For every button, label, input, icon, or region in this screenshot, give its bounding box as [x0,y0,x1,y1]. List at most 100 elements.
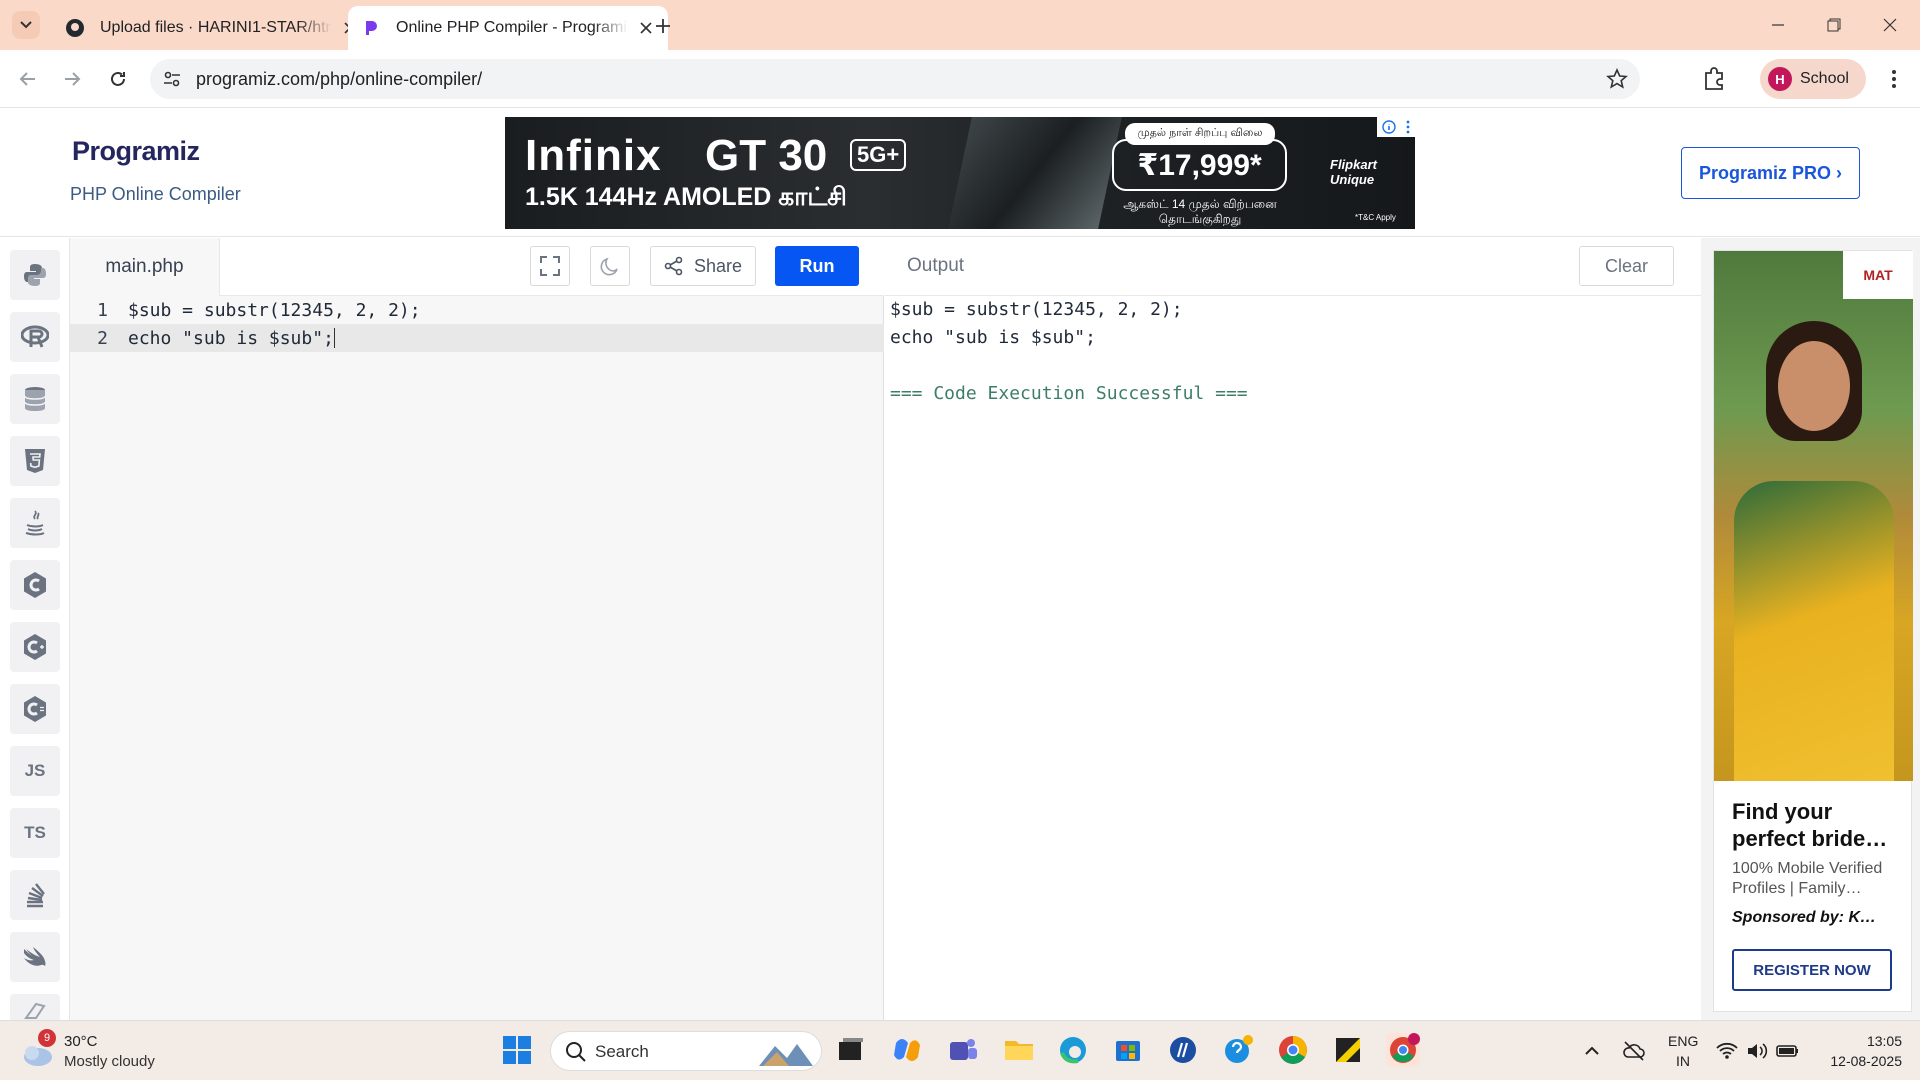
extensions-icon[interactable] [1700,65,1728,93]
forward-button[interactable] [56,63,88,95]
line-number: 2 [97,327,108,349]
sidebar-item-java[interactable] [10,498,60,548]
taskbar-teams[interactable] [946,1033,980,1067]
close-window-button[interactable] [1862,6,1917,44]
ad-card[interactable]: MAT Find your perfect bride… 100% Mobile… [1713,250,1913,1012]
cloud-off-icon[interactable] [1622,1039,1646,1063]
minimize-button[interactable] [1750,6,1805,44]
taskbar-edge[interactable] [1056,1033,1090,1067]
maximize-button[interactable] [1806,6,1861,44]
fullscreen-button[interactable] [530,246,570,286]
chevron-down-icon [20,21,32,29]
tab-github-upload[interactable]: Upload files · HARINI1-STAR/htm [52,6,372,50]
taskbar-copilot[interactable] [890,1033,924,1067]
battery-icon[interactable] [1776,1041,1800,1061]
moon-icon [600,257,618,276]
weather-widget[interactable]: 9 30°C Mostly cloudy [20,1029,200,1073]
register-now-button[interactable]: REGISTER NOW [1732,949,1892,991]
system-clock[interactable]: 13:05 12-08-2025 [1812,1031,1902,1071]
programiz-pro-button[interactable]: Programiz PRO › [1681,147,1860,199]
dark-mode-toggle[interactable] [590,246,630,286]
clock-time: 13:05 [1866,1033,1902,1049]
ad-partner: Flipkart Unique [1330,157,1377,187]
taskbar-search[interactable]: Search [550,1031,822,1071]
sidebar-item-python[interactable] [10,250,60,300]
sidebar-item-sql[interactable] [10,374,60,424]
file-tab-main[interactable]: main.php [70,238,220,296]
fullscreen-icon [540,256,560,276]
sidebar-item-html[interactable] [10,436,60,486]
taskbar-file-explorer[interactable] [1002,1033,1036,1067]
code-area[interactable]: 1 $sub = substr(12345, 2, 2); 2 echo "su… [70,296,884,352]
sidebar-item-swift[interactable] [10,932,60,982]
line-text[interactable]: echo "sub is $sub"; [108,328,334,349]
line-text[interactable]: $sub = substr(12345, 2, 2); [108,300,421,321]
info-icon[interactable] [1382,120,1396,134]
ts-icon: TS [24,823,46,842]
sidebar-item-cpp[interactable] [10,622,60,672]
weather-temperature: 30°C [64,1033,98,1050]
url-text[interactable]: programiz.com/php/online-compiler/ [196,69,482,90]
new-tab-button[interactable] [650,13,676,39]
tab-search-button[interactable] [12,11,40,39]
taskbar-task-view[interactable] [834,1033,868,1067]
code-line-active[interactable]: 2 echo "sub is $sub"; [70,324,884,352]
run-button[interactable]: Run [775,246,859,286]
text-caret [333,328,335,348]
github-icon [64,17,86,39]
taskbar-store[interactable] [1111,1033,1145,1067]
tab-title: Online PHP Compiler - Programiz [396,19,628,36]
ad-description: 100% Mobile Verified Profiles | Family… [1732,860,1883,897]
ad-title[interactable]: Find your perfect bride… [1732,798,1902,852]
reload-button[interactable] [102,63,134,95]
ad-date-line: ஆகஸ்ட் 14 முதல் விற்பனை தொடங்குகிறது [1123,197,1277,226]
taskbar-support[interactable] [1222,1033,1256,1067]
bookmark-star-icon[interactable] [1606,68,1628,90]
volume-icon[interactable] [1746,1041,1768,1061]
taskbar-sticky-notes[interactable] [1331,1033,1365,1067]
profile-button[interactable]: H School [1760,59,1866,99]
address-bar[interactable]: programiz.com/php/online-compiler/ [150,59,1640,99]
chevron-up-icon[interactable] [1582,1041,1602,1061]
java-icon [25,510,45,536]
sidebar-item-csharp[interactable] [10,684,60,734]
back-button[interactable] [12,63,44,95]
sidebar-item-typescript[interactable]: TS [10,808,60,858]
taskbar-hp[interactable] [1166,1033,1200,1067]
sidebar-item-stack[interactable] [10,870,60,920]
start-button[interactable] [500,1033,534,1067]
sidebar-item-r[interactable] [10,312,60,362]
store-icon [1116,1041,1140,1061]
output-line: echo "sub is $sub"; [890,327,1096,348]
ad-terms: *T&C Apply [1355,213,1396,222]
sidebar-item-javascript[interactable]: JS [10,746,60,796]
share-button[interactable]: Share [650,246,756,286]
programiz-logo[interactable]: Programiz [72,136,200,167]
ad-brand-logo: MAT [1843,251,1913,299]
editor-toolbar: main.php Share Run [70,238,884,296]
more-vertical-icon[interactable] [1406,120,1410,134]
clock-date: 12-08-2025 [1830,1053,1902,1069]
taskbar-chrome-profile[interactable] [1386,1033,1420,1067]
banner-ad[interactable]: Infinix GT 30 5G+ 1.5K 144Hz AMOLED காட்… [505,117,1415,229]
clear-button[interactable]: Clear [1579,246,1674,286]
output-status-line: === Code Execution Successful === [890,383,1248,404]
page-header: Programiz PHP Online Compiler Infinix GT… [0,109,1920,237]
sidebar-item-c[interactable] [10,560,60,610]
browser-menu-button[interactable] [1882,65,1906,93]
lang-region: IN [1676,1053,1690,1069]
sidebar-item-go[interactable] [10,994,60,1020]
reload-icon [111,71,125,86]
code-line[interactable]: 1 $sub = substr(12345, 2, 2); [70,296,884,324]
avatar: H [1768,67,1792,91]
language-indicator[interactable]: ENG IN [1668,1031,1698,1071]
tab-programiz-compiler[interactable]: Online PHP Compiler - Programiz [348,6,668,50]
js-icon: JS [24,761,46,780]
taskbar-chrome[interactable] [1276,1033,1310,1067]
minimize-icon [1771,24,1784,26]
site-settings-icon[interactable] [162,69,182,89]
search-icon [566,1042,586,1062]
ad-choices[interactable] [1377,117,1415,137]
wifi-icon[interactable] [1716,1041,1738,1061]
